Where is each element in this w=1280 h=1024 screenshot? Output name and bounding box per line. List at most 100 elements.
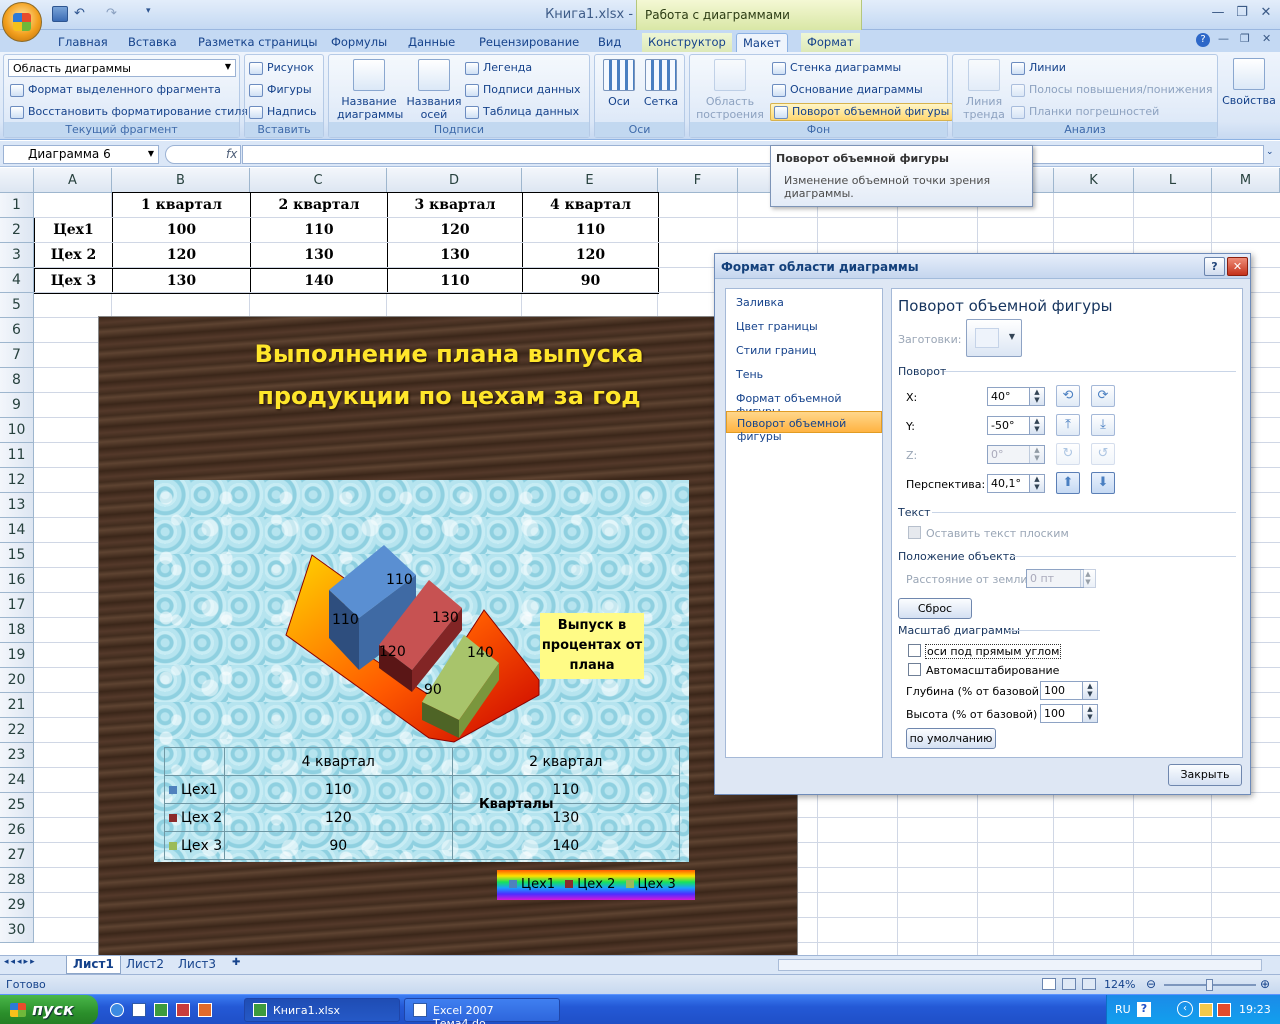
chart-element-dropdown[interactable]: Область диаграммы ▼ bbox=[8, 59, 236, 77]
reset-button[interactable]: Сброс bbox=[898, 598, 972, 619]
close-button[interactable]: Закрыть bbox=[1168, 764, 1242, 786]
close-icon[interactable]: ✕ bbox=[1255, 4, 1277, 22]
row-header[interactable]: 20 bbox=[0, 668, 34, 693]
zoom-slider-thumb[interactable] bbox=[1206, 979, 1213, 991]
shapes-button[interactable]: Фигуры bbox=[249, 83, 312, 97]
row-header[interactable]: 11 bbox=[0, 443, 34, 468]
picture-button[interactable]: Рисунок bbox=[249, 61, 314, 75]
data-cell[interactable]: 110 bbox=[250, 217, 388, 243]
perspective-spinner[interactable]: ▲ ▼ bbox=[1029, 474, 1045, 493]
save-icon[interactable] bbox=[52, 6, 68, 22]
tab-review[interactable]: Рецензирование bbox=[473, 33, 585, 52]
excel-icon[interactable] bbox=[154, 1003, 168, 1017]
chart-data-table[interactable]: 4 квартал 2 квартал Цех1 110 110 Цех 2 1… bbox=[164, 747, 680, 860]
axes-button[interactable]: Оси bbox=[601, 59, 637, 108]
row-header[interactable]: 7 bbox=[0, 343, 34, 368]
properties-button[interactable]: Свойства bbox=[1222, 58, 1276, 107]
rotate-counterclockwise-icon[interactable]: ↺ bbox=[1091, 443, 1115, 465]
format-selection-button[interactable]: Формат выделенного фрагмента bbox=[10, 83, 221, 97]
legend-button[interactable]: Легенда bbox=[465, 61, 532, 75]
sheet-tab[interactable]: Лист3 bbox=[172, 956, 222, 974]
data-cell[interactable]: 140 bbox=[250, 268, 388, 294]
distance-spinner[interactable]: ▲ ▼ bbox=[1080, 569, 1096, 588]
nav-3d-format[interactable]: Формат объемной фигуры bbox=[726, 387, 882, 418]
page-break-view-icon[interactable] bbox=[1082, 978, 1096, 990]
zoom-in-icon[interactable]: ⊕ bbox=[1260, 977, 1270, 991]
column-header[interactable]: F bbox=[658, 168, 738, 193]
row-header[interactable]: 15 bbox=[0, 543, 34, 568]
tray-expand-icon[interactable]: ‹ bbox=[1177, 1001, 1193, 1017]
nav-border-color[interactable]: Цвет границы bbox=[726, 315, 882, 337]
rotate-right-icon[interactable]: ⟳ bbox=[1091, 385, 1115, 407]
row-header[interactable]: 21 bbox=[0, 693, 34, 718]
data-cell[interactable]: 120 bbox=[522, 242, 659, 268]
chart-note-box[interactable]: Выпуск в процентах от плана bbox=[540, 613, 644, 679]
zoom-out-icon[interactable]: ⊖ bbox=[1146, 977, 1156, 991]
row-header[interactable]: 17 bbox=[0, 593, 34, 618]
normal-view-icon[interactable] bbox=[1042, 978, 1056, 990]
tab-design[interactable]: Конструктор bbox=[642, 33, 732, 52]
insert-sheet-icon[interactable]: ✚ bbox=[226, 956, 246, 974]
tab-formulas[interactable]: Формулы bbox=[325, 33, 393, 52]
column-header[interactable]: L bbox=[1134, 168, 1212, 193]
cell-A1[interactable] bbox=[34, 192, 113, 218]
header-cell[interactable]: 4 квартал bbox=[522, 192, 659, 218]
word-icon[interactable] bbox=[132, 1003, 146, 1017]
ie-icon[interactable] bbox=[110, 1003, 124, 1017]
row-header[interactable]: 1 bbox=[0, 193, 34, 218]
column-header[interactable]: A bbox=[34, 168, 112, 193]
right-angle-axes-checkbox[interactable] bbox=[908, 644, 921, 657]
chart-wall-button[interactable]: Стенка диаграммы bbox=[772, 61, 901, 75]
row-header[interactable]: 29 bbox=[0, 893, 34, 918]
row-header[interactable]: 19 bbox=[0, 643, 34, 668]
row-header[interactable]: 16 bbox=[0, 568, 34, 593]
page-layout-view-icon[interactable] bbox=[1062, 978, 1076, 990]
tab-home[interactable]: Главная bbox=[52, 33, 114, 52]
row-header[interactable]: 14 bbox=[0, 518, 34, 543]
data-cell[interactable]: 100 bbox=[112, 217, 251, 243]
header-cell[interactable]: 3 квартал bbox=[387, 192, 523, 218]
row-header[interactable]: 13 bbox=[0, 493, 34, 518]
keep-text-flat-checkbox[interactable] bbox=[908, 526, 921, 539]
textbox-button[interactable]: Надпись bbox=[249, 105, 317, 119]
ribbon-minimize-icon[interactable]: — bbox=[1218, 32, 1229, 45]
row-label-cell[interactable]: Цех 3 bbox=[34, 268, 113, 294]
tray-app-icon[interactable] bbox=[1217, 1003, 1231, 1017]
trendline-button[interactable]: Линия тренда bbox=[959, 59, 1009, 121]
tab-page-layout[interactable]: Разметка страницы bbox=[192, 33, 323, 52]
minimize-icon[interactable]: — bbox=[1207, 4, 1229, 22]
chart-title-button[interactable]: Название диаграммы bbox=[337, 59, 403, 121]
row-header[interactable]: 26 bbox=[0, 818, 34, 843]
data-cell[interactable]: 130 bbox=[250, 242, 388, 268]
row-label-cell[interactable]: Цех1 bbox=[34, 217, 113, 243]
widen-perspective-icon[interactable]: ⬇ bbox=[1091, 472, 1115, 494]
autoscale-checkbox[interactable] bbox=[908, 663, 921, 676]
distance-input[interactable]: 0 пт bbox=[1026, 569, 1084, 588]
row-header[interactable]: 2 bbox=[0, 218, 34, 243]
column-header[interactable]: K bbox=[1054, 168, 1134, 193]
column-header[interactable]: E bbox=[522, 168, 658, 193]
column-header[interactable]: D bbox=[387, 168, 522, 193]
tab-layout[interactable]: Макет bbox=[736, 33, 788, 52]
nav-shadow[interactable]: Тень bbox=[726, 363, 882, 385]
data-cell[interactable]: 90 bbox=[522, 268, 659, 294]
data-table-button[interactable]: Таблица данных bbox=[465, 105, 579, 119]
gridlines-button[interactable]: Сетка bbox=[641, 59, 681, 108]
powerpoint-icon[interactable] bbox=[198, 1003, 212, 1017]
row-header[interactable]: 24 bbox=[0, 768, 34, 793]
data-cell[interactable]: 130 bbox=[112, 268, 251, 294]
reset-style-button[interactable]: Восстановить форматирование стиля bbox=[10, 105, 248, 119]
row-header[interactable]: 4 bbox=[0, 268, 34, 293]
data-cell[interactable]: 110 bbox=[522, 217, 659, 243]
row-header[interactable]: 6 bbox=[0, 318, 34, 343]
rotate-up-icon[interactable]: ⤒ bbox=[1056, 414, 1080, 436]
axis-title[interactable]: Кварталы bbox=[479, 797, 554, 812]
row-label-cell[interactable]: Цех 2 bbox=[34, 242, 113, 268]
row-header[interactable]: 30 bbox=[0, 918, 34, 943]
presets-dropdown[interactable]: ▼ bbox=[966, 319, 1022, 357]
help-icon[interactable]: ? bbox=[1196, 33, 1210, 47]
rotate-left-icon[interactable]: ⟲ bbox=[1056, 385, 1080, 407]
tray-app-icon[interactable] bbox=[1199, 1003, 1213, 1017]
column-header[interactable]: C bbox=[250, 168, 387, 193]
close-icon[interactable]: ✕ bbox=[1227, 257, 1248, 276]
